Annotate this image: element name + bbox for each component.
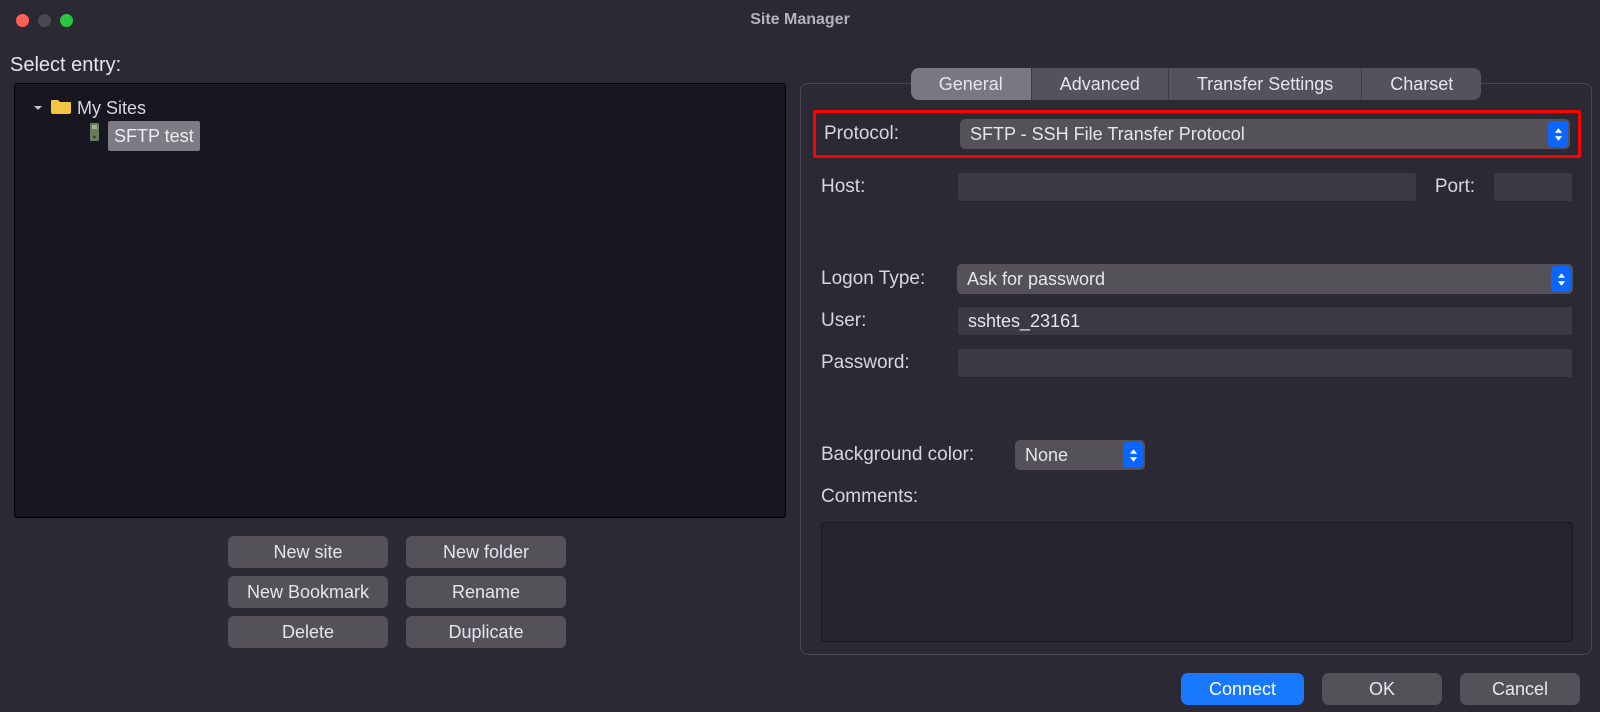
duplicate-button[interactable]: Duplicate — [406, 616, 566, 648]
protocol-highlight: Protocol: SFTP - SSH File Transfer Proto… — [813, 110, 1581, 158]
tree-root-row[interactable]: My Sites — [21, 94, 779, 122]
bgcolor-label: Background color: — [821, 444, 991, 466]
new-folder-button[interactable]: New folder — [406, 536, 566, 568]
tab-charset[interactable]: Charset — [1362, 68, 1481, 100]
folder-icon — [51, 94, 71, 122]
titlebar: Site Manager — [0, 0, 1600, 40]
rename-button[interactable]: Rename — [406, 576, 566, 608]
host-input[interactable] — [957, 172, 1417, 202]
tree-site-row[interactable]: SFTP test — [77, 122, 779, 150]
logon-type-value: Ask for password — [967, 269, 1105, 290]
tab-advanced[interactable]: Advanced — [1032, 68, 1168, 100]
connect-button[interactable]: Connect — [1181, 673, 1304, 705]
tab-transfer-settings[interactable]: Transfer Settings — [1169, 68, 1361, 100]
dropdown-stepper-icon — [1548, 121, 1568, 147]
new-site-button[interactable]: New site — [228, 536, 388, 568]
settings-panel: General Advanced Transfer Settings Chars… — [800, 83, 1592, 655]
port-label: Port: — [1435, 176, 1475, 198]
user-input[interactable] — [957, 306, 1573, 336]
password-label: Password: — [821, 352, 933, 374]
protocol-label: Protocol: — [824, 123, 936, 145]
new-bookmark-button[interactable]: New Bookmark — [228, 576, 388, 608]
site-tree[interactable]: My Sites SFTP test — [14, 83, 786, 518]
protocol-select[interactable]: SFTP - SSH File Transfer Protocol — [960, 119, 1570, 149]
bgcolor-select[interactable]: None — [1015, 440, 1145, 470]
protocol-value: SFTP - SSH File Transfer Protocol — [970, 124, 1245, 145]
server-icon — [87, 122, 102, 150]
chevron-down-icon[interactable] — [31, 101, 45, 115]
ok-button[interactable]: OK — [1322, 673, 1442, 705]
logon-type-select[interactable]: Ask for password — [957, 264, 1573, 294]
comments-label: Comments: — [821, 486, 918, 508]
tabs: General Advanced Transfer Settings Chars… — [911, 68, 1482, 100]
site-button-grid: New site New folder New Bookmark Rename … — [8, 536, 786, 648]
dropdown-stepper-icon — [1123, 442, 1143, 468]
user-label: User: — [821, 310, 933, 332]
dialog-buttons: Connect OK Cancel — [8, 655, 1592, 705]
password-input[interactable] — [957, 348, 1573, 378]
host-label: Host: — [821, 176, 933, 198]
comments-textarea[interactable] — [821, 522, 1573, 642]
tab-general[interactable]: General — [911, 68, 1031, 100]
port-input[interactable] — [1493, 172, 1573, 202]
tree-site-label: SFTP test — [108, 121, 200, 151]
bgcolor-value: None — [1025, 445, 1068, 466]
tree-root-label: My Sites — [77, 94, 146, 122]
delete-button[interactable]: Delete — [228, 616, 388, 648]
cancel-button[interactable]: Cancel — [1460, 673, 1580, 705]
window-title: Site Manager — [0, 11, 1600, 29]
dropdown-stepper-icon — [1551, 266, 1571, 292]
logon-type-label: Logon Type: — [821, 268, 933, 290]
